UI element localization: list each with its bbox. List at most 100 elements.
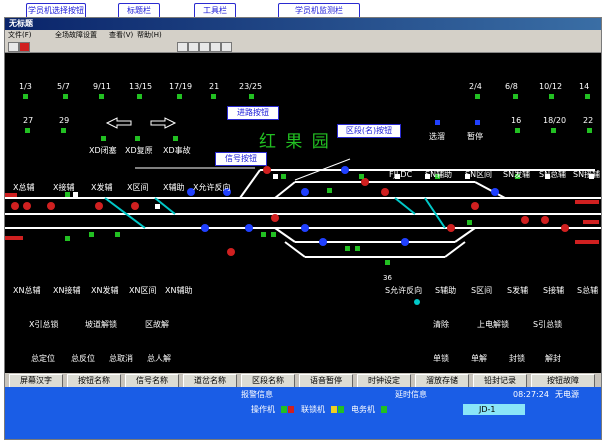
signal-lamp[interactable] bbox=[319, 238, 327, 246]
signal-lamp[interactable] bbox=[95, 202, 103, 210]
section-name-button[interactable]: 区段名称 bbox=[241, 374, 295, 388]
clear-label: 清除 bbox=[433, 320, 449, 329]
signal-name-button[interactable]: 信号名称 bbox=[125, 374, 179, 388]
switch-c bbox=[274, 181, 296, 199]
clear-indicator[interactable] bbox=[414, 299, 420, 305]
signal-lamp[interactable] bbox=[227, 248, 235, 256]
track-button[interactable] bbox=[327, 188, 332, 193]
xd-close-button[interactable] bbox=[101, 136, 106, 141]
station-select-icon[interactable] bbox=[8, 42, 19, 52]
track-button[interactable] bbox=[261, 232, 266, 237]
annotation-signal-button: 信号按钮 bbox=[215, 152, 267, 166]
route-button[interactable] bbox=[177, 94, 182, 99]
track-button[interactable] bbox=[345, 246, 350, 251]
track-button[interactable] bbox=[73, 192, 78, 197]
switch-name-button[interactable]: 道岔名称 bbox=[183, 374, 237, 388]
signal-lamp[interactable] bbox=[381, 188, 389, 196]
track-button[interactable] bbox=[65, 192, 70, 197]
track-button[interactable] bbox=[271, 232, 276, 237]
route-button[interactable] bbox=[513, 94, 518, 99]
voice-pause-button[interactable]: 语音暂停 bbox=[299, 374, 353, 388]
menu-global-fault[interactable]: 全场故障设置 bbox=[55, 30, 97, 41]
route-button[interactable] bbox=[551, 128, 556, 133]
clock-set-button[interactable]: 时钟设定 bbox=[357, 374, 411, 388]
xd-restore-button[interactable] bbox=[135, 136, 140, 141]
x-guide-lock-label: X引总锁 bbox=[29, 320, 59, 329]
total-man-label: 总人解 bbox=[147, 354, 171, 363]
pause-button[interactable] bbox=[475, 120, 480, 125]
select-button[interactable] bbox=[435, 120, 440, 125]
signal-lamp[interactable] bbox=[47, 202, 55, 210]
track-button[interactable] bbox=[155, 204, 160, 209]
xd-accident-button[interactable] bbox=[173, 136, 178, 141]
route-button[interactable] bbox=[249, 94, 254, 99]
button-name-button[interactable]: 按钮名称 bbox=[67, 374, 121, 388]
operator-indicator-2 bbox=[288, 406, 294, 413]
route-button[interactable] bbox=[549, 94, 554, 99]
menu-file[interactable]: 文件(F) bbox=[8, 30, 32, 41]
seal-label: 封锁 bbox=[509, 354, 525, 363]
page-icon[interactable] bbox=[199, 42, 210, 52]
route-button[interactable] bbox=[23, 94, 28, 99]
route-num: 9/11 bbox=[93, 82, 111, 91]
signal-lamp[interactable] bbox=[491, 188, 499, 196]
x-total-label: X总辅 bbox=[13, 183, 35, 192]
track-button[interactable] bbox=[115, 232, 120, 237]
signal-lamp[interactable] bbox=[263, 166, 271, 174]
help-icon[interactable] bbox=[221, 42, 232, 52]
signal-lamp[interactable] bbox=[541, 216, 549, 224]
signal-lamp[interactable] bbox=[131, 202, 139, 210]
signal-lamp[interactable] bbox=[23, 202, 31, 210]
route-button[interactable] bbox=[137, 94, 142, 99]
route-button[interactable] bbox=[475, 94, 480, 99]
menu-help[interactable]: 帮助(H) bbox=[137, 30, 162, 41]
route-button[interactable] bbox=[25, 128, 30, 133]
track-button[interactable] bbox=[355, 246, 360, 251]
track-button[interactable] bbox=[467, 220, 472, 225]
route-button[interactable] bbox=[99, 94, 104, 99]
image-icon[interactable] bbox=[188, 42, 199, 52]
route-button[interactable] bbox=[587, 128, 592, 133]
signal-lamp[interactable] bbox=[401, 238, 409, 246]
hump-store-button[interactable]: 溜放存储 bbox=[415, 374, 469, 388]
route-num: 14 bbox=[579, 82, 590, 91]
route-button[interactable] bbox=[63, 94, 68, 99]
signal-lamp[interactable] bbox=[301, 224, 309, 232]
signal-lamp[interactable] bbox=[201, 224, 209, 232]
signal-lamp[interactable] bbox=[471, 202, 479, 210]
signal-lamp[interactable] bbox=[447, 224, 455, 232]
track-button[interactable] bbox=[281, 174, 286, 179]
track-button[interactable] bbox=[273, 174, 278, 179]
play-icon[interactable] bbox=[210, 42, 221, 52]
s-send-label: S发辅 bbox=[507, 286, 529, 295]
track-button[interactable] bbox=[385, 260, 390, 265]
route-button[interactable] bbox=[61, 128, 66, 133]
route-num: 1/3 bbox=[19, 82, 32, 91]
refresh-icon[interactable] bbox=[177, 42, 188, 52]
route-button[interactable] bbox=[515, 128, 520, 133]
signal-lamp[interactable] bbox=[521, 216, 529, 224]
menu-view[interactable]: 查看(V) bbox=[109, 30, 133, 41]
track-button[interactable] bbox=[65, 236, 70, 241]
seal-record-button[interactable]: 铅封记录 bbox=[473, 374, 527, 388]
route-num: 18/20 bbox=[543, 116, 567, 125]
end-block bbox=[575, 240, 599, 244]
status-area: 报警信息 延时信息 操作机 联锁机 电务机 JD-1 08:27:24 无电源 bbox=[5, 387, 601, 439]
track-button[interactable] bbox=[359, 174, 364, 179]
sn-aux-label: SN辅助 bbox=[425, 170, 453, 179]
signal-lamp[interactable] bbox=[245, 224, 253, 232]
route-num: 5/7 bbox=[57, 82, 70, 91]
signal-lamp[interactable] bbox=[561, 224, 569, 232]
signal-lamp[interactable] bbox=[11, 202, 19, 210]
signal-lamp[interactable] bbox=[341, 166, 349, 174]
signal-lamp[interactable] bbox=[271, 214, 279, 222]
signal-lamp[interactable] bbox=[301, 188, 309, 196]
button-fault-button[interactable]: 按钮故障 bbox=[531, 374, 595, 388]
screen-chinese-button[interactable]: 屏幕汉字 bbox=[9, 374, 63, 388]
stop-icon[interactable] bbox=[19, 42, 30, 52]
route-button[interactable] bbox=[585, 94, 590, 99]
track-button[interactable] bbox=[89, 232, 94, 237]
signal-lamp[interactable] bbox=[361, 178, 369, 186]
unseal-label: 解封 bbox=[545, 354, 561, 363]
route-button[interactable] bbox=[211, 94, 216, 99]
